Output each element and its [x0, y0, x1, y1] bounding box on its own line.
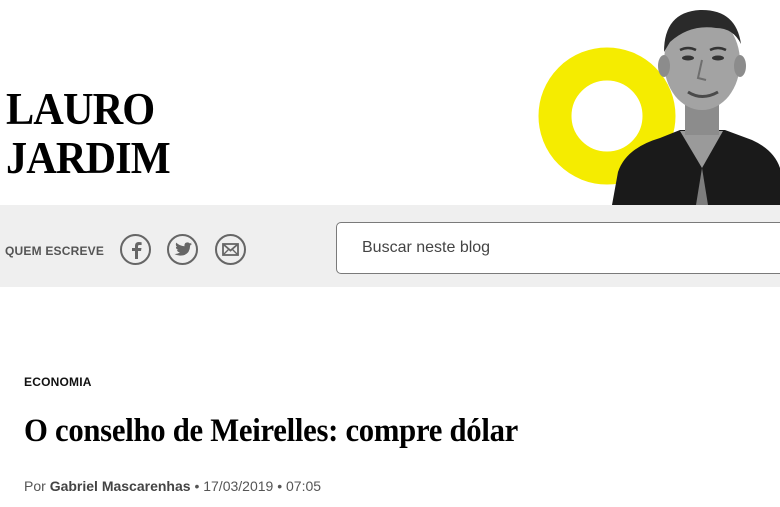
- article-date: 17/03/2019: [203, 478, 274, 494]
- quem-escreve-link[interactable]: QUEM ESCREVE: [5, 244, 104, 258]
- byline-separator: •: [277, 478, 283, 494]
- byline-prefix: Por: [24, 478, 46, 494]
- search-input[interactable]: [337, 223, 780, 273]
- article-byline: Por Gabriel Mascarenhas • 17/03/2019 • 0…: [24, 478, 321, 494]
- facebook-icon[interactable]: [120, 234, 151, 265]
- blog-title-line2: JARDIM: [6, 132, 171, 183]
- article-time: 07:05: [286, 478, 322, 494]
- blog-title[interactable]: LAURO JARDIM: [6, 83, 171, 183]
- columnist-portrait: [530, 0, 780, 205]
- mail-icon[interactable]: [215, 234, 246, 265]
- blog-title-line1: LAURO: [6, 83, 155, 134]
- article-category[interactable]: ECONOMIA: [24, 375, 92, 389]
- author-name[interactable]: Gabriel Mascarenhas: [50, 478, 191, 494]
- twitter-icon[interactable]: [167, 234, 198, 265]
- article-headline[interactable]: O conselho de Meirelles: compre dólar: [24, 411, 518, 451]
- byline-separator: •: [194, 478, 200, 494]
- blog-toolbar: QUEM ESCREVE: [0, 205, 780, 287]
- blog-page: LAURO JARDIM QUEM ESCREVE Buscar neste b…: [0, 0, 780, 507]
- blog-search: [336, 222, 780, 274]
